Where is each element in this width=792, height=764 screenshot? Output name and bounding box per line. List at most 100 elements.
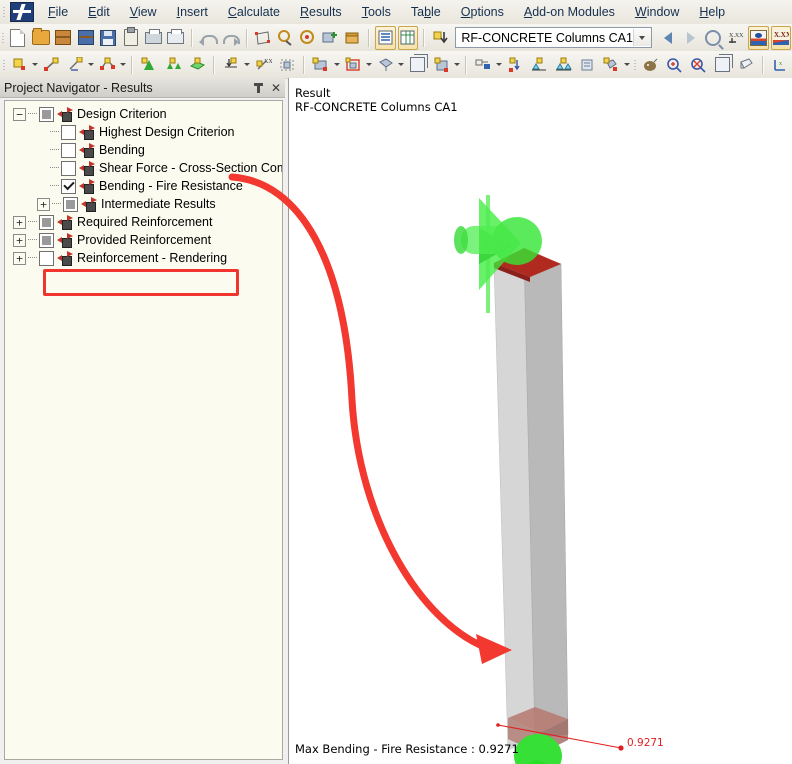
collapse-expander-icon[interactable]: − (13, 107, 26, 121)
new-block-button[interactable] (430, 53, 452, 77)
chevron-down-icon[interactable] (632, 29, 651, 46)
table-panel-button[interactable] (375, 25, 396, 50)
axes-button[interactable]: x (769, 53, 791, 77)
expand-expander-icon[interactable]: + (37, 197, 50, 211)
load-case-button[interactable] (430, 26, 451, 50)
menu-item-options[interactable]: Options (452, 2, 513, 22)
toolbar-drag-handle-1[interactable] (0, 26, 7, 50)
toolbar-drag-handle-2[interactable] (0, 53, 7, 77)
perspective-button[interactable] (735, 53, 757, 77)
tree-item-bending[interactable]: Bending (9, 141, 282, 159)
solid-dropdown[interactable] (333, 54, 341, 76)
window-button[interactable] (343, 26, 364, 50)
save-button[interactable] (98, 26, 119, 50)
clipboard-button[interactable] (120, 26, 141, 50)
result-case-combo[interactable]: RF-CONCRETE Columns CA1 (455, 27, 652, 48)
menu-item-insert[interactable]: Insert (168, 2, 217, 22)
new-line-button[interactable] (40, 53, 62, 77)
next-case-button[interactable] (681, 26, 702, 50)
print-preview-button[interactable] (165, 26, 186, 50)
snap-button[interactable] (504, 53, 526, 77)
new-solid-button[interactable] (310, 53, 332, 77)
new-dim-line-button[interactable] (64, 53, 86, 77)
tree-item-required-reinforcement[interactable]: + Required Reinforcement (9, 213, 282, 231)
copy-objects-button[interactable] (320, 26, 341, 50)
tree-item-checkbox[interactable] (39, 214, 54, 230)
new-file-button[interactable] (8, 26, 29, 50)
menu-item-view[interactable]: View (121, 2, 166, 22)
grid-table-button[interactable] (397, 25, 419, 50)
tree-item-checkbox[interactable] (61, 124, 76, 140)
generate-button[interactable] (600, 53, 622, 77)
menu-item-edit[interactable]: Edit (79, 2, 119, 22)
new-cube-button[interactable] (406, 53, 428, 77)
toolbar-drag-handle-3[interactable] (631, 53, 638, 77)
line-dropdown[interactable] (87, 54, 95, 76)
menu-item-add-on-modules[interactable]: Add-on Modules (515, 2, 624, 22)
nodal-load-dropdown[interactable] (243, 54, 251, 76)
zoom-in-button[interactable] (663, 53, 685, 77)
close-icon[interactable]: ✕ (267, 79, 285, 96)
menu-item-table[interactable]: Table (402, 2, 450, 22)
undo-button[interactable] (198, 26, 219, 50)
generate-dropdown[interactable] (623, 54, 631, 76)
tree-item-highest-design-criterion[interactable]: Highest Design Criterion (9, 123, 282, 141)
tree-item-shear-force-cross-section-comp[interactable]: Shear Force - Cross-Section Comp (9, 159, 282, 177)
menu-item-window[interactable]: Window (626, 2, 688, 22)
tree-item-design-criterion[interactable]: − Design Criterion (9, 105, 282, 123)
select-objects-button[interactable] (253, 26, 274, 50)
tree-item-checkbox[interactable] (61, 160, 76, 176)
tree-item-checkbox[interactable] (39, 250, 54, 266)
new-object-button[interactable] (374, 53, 396, 77)
zoom-out-button[interactable] (687, 53, 709, 77)
tree-item-intermediate-results[interactable]: + Intermediate Results (9, 195, 282, 213)
menu-item-file[interactable]: File (39, 2, 77, 22)
tree-item-bending-fire-resistance[interactable]: Bending - Fire Resistance (9, 177, 282, 195)
previous-case-button[interactable] (658, 26, 679, 50)
redo-button[interactable] (220, 26, 241, 50)
support-line-button[interactable] (528, 53, 550, 77)
new-polyline-button[interactable] (96, 53, 118, 77)
opening-dropdown[interactable] (365, 54, 373, 76)
menubar-drag-handle[interactable] (0, 0, 8, 24)
rotate-button[interactable] (298, 26, 319, 50)
value-display-button[interactable]: X.XX (726, 26, 747, 50)
menu-item-results[interactable]: Results (291, 2, 351, 22)
new-member-load-button[interactable]: XX (252, 53, 274, 77)
node-dropdown[interactable] (31, 54, 39, 76)
new-opening-button[interactable] (342, 53, 364, 77)
view-box-button[interactable] (711, 53, 733, 77)
tree-item-checkbox[interactable] (39, 232, 54, 248)
menu-item-tools[interactable]: Tools (353, 2, 400, 22)
result-view-3d[interactable]: Result RF-CONCRETE Columns CA1 0.9271 Ma… (288, 78, 792, 764)
connect-button[interactable] (472, 53, 494, 77)
tree-item-checkbox[interactable] (61, 142, 76, 158)
new-area-load-button[interactable] (276, 53, 298, 77)
tree-item-reinforcement-rendering[interactable]: + Reinforcement - Rendering (9, 249, 282, 267)
move-button[interactable] (275, 26, 296, 50)
save-model-button[interactable] (75, 26, 96, 50)
open-model-button[interactable] (53, 26, 74, 50)
new-nodal-load-button[interactable] (220, 53, 242, 77)
print-button[interactable] (143, 26, 164, 50)
object-dropdown[interactable] (397, 54, 405, 76)
new-support-button[interactable] (162, 53, 184, 77)
expand-expander-icon[interactable]: + (13, 233, 26, 247)
tree-item-checkbox[interactable] (61, 178, 76, 194)
polyline-dropdown[interactable] (119, 54, 127, 76)
new-surface-button[interactable] (186, 53, 208, 77)
tree-item-checkbox[interactable] (39, 106, 54, 122)
new-node-button[interactable] (8, 53, 30, 77)
result-values-button[interactable] (703, 26, 724, 50)
show-results-button[interactable] (748, 25, 769, 50)
support-surface-button[interactable] (552, 53, 574, 77)
new-member-button[interactable] (138, 53, 160, 77)
tree-item-checkbox[interactable] (63, 196, 78, 212)
render-button[interactable] (639, 53, 661, 77)
expand-expander-icon[interactable]: + (13, 251, 26, 265)
tree-item-provided-reinforcement[interactable]: + Provided Reinforcement (9, 231, 282, 249)
connect-dropdown[interactable] (495, 54, 503, 76)
pin-icon[interactable] (249, 79, 267, 96)
block-dropdown[interactable] (453, 54, 461, 76)
open-file-button[interactable] (30, 26, 51, 50)
